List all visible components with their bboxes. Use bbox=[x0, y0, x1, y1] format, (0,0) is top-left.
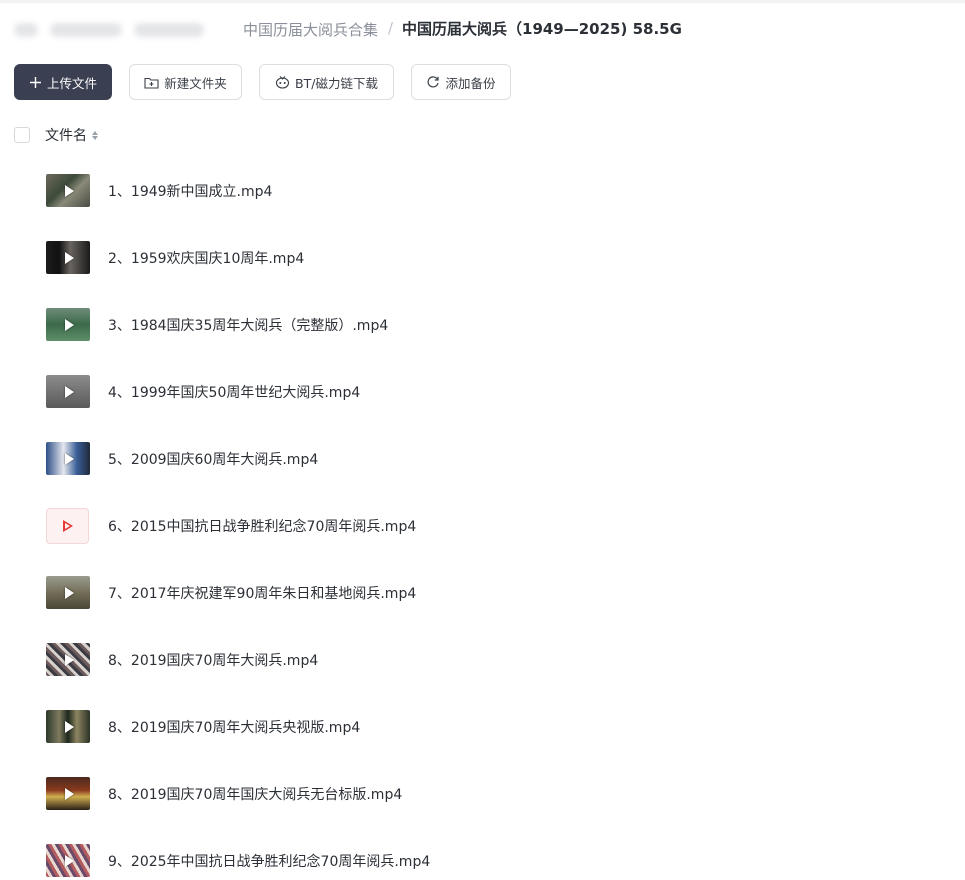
file-name[interactable]: 5、2009国庆60周年大阅兵.mp4 bbox=[108, 449, 318, 469]
sort-icon[interactable] bbox=[92, 130, 98, 140]
file-row[interactable]: 2、1959欢庆国庆10周年.mp4 bbox=[0, 224, 965, 291]
play-icon bbox=[64, 251, 74, 264]
file-row[interactable]: 6、2015中国抗日战争胜利纪念70周年阅兵.mp4 bbox=[0, 492, 965, 559]
file-row[interactable]: 8、2019国庆70周年大阅兵央视版.mp4 bbox=[0, 693, 965, 760]
video-thumbnail bbox=[46, 442, 90, 475]
magnet-icon bbox=[275, 75, 290, 89]
video-thumbnail bbox=[46, 844, 90, 877]
new-folder-button[interactable]: 新建文件夹 bbox=[129, 64, 242, 100]
video-thumbnail bbox=[46, 576, 90, 609]
file-row[interactable]: 8、2019国庆70周年国庆大阅兵无台标版.mp4 bbox=[0, 760, 965, 827]
add-backup-button[interactable]: 添加备份 bbox=[411, 64, 511, 100]
play-icon bbox=[64, 452, 74, 465]
file-row[interactable]: 9、2025年中国抗日战争胜利纪念70周年阅兵.mp4 bbox=[0, 827, 965, 880]
file-name[interactable]: 8、2019国庆70周年大阅兵央视版.mp4 bbox=[108, 717, 360, 737]
add-backup-label: 添加备份 bbox=[445, 75, 496, 91]
play-icon bbox=[64, 854, 74, 867]
file-row[interactable]: 1、1949新中国成立.mp4 bbox=[0, 157, 965, 224]
file-list-header: 文件名 bbox=[14, 124, 98, 146]
file-row[interactable]: 4、1999年国庆50周年世纪大阅兵.mp4 bbox=[0, 358, 965, 425]
video-file-icon bbox=[46, 507, 89, 544]
video-thumbnail bbox=[46, 777, 90, 810]
breadcrumb-current-folder: 中国历届大阅兵（1949—2025) 58.5G bbox=[402, 20, 682, 38]
upload-file-label: 上传文件 bbox=[46, 75, 97, 91]
file-name[interactable]: 6、2015中国抗日战争胜利纪念70周年阅兵.mp4 bbox=[108, 516, 416, 536]
bt-magnet-download-label: BT/磁力链下载 bbox=[295, 75, 378, 91]
play-icon bbox=[64, 318, 74, 331]
video-thumbnail bbox=[46, 308, 90, 341]
top-divider bbox=[0, 0, 965, 3]
play-icon bbox=[64, 586, 74, 599]
new-folder-label: 新建文件夹 bbox=[164, 75, 227, 91]
video-thumbnail bbox=[46, 241, 90, 274]
folder-plus-icon bbox=[144, 76, 159, 89]
file-name[interactable]: 8、2019国庆70周年国庆大阅兵无台标版.mp4 bbox=[108, 784, 402, 804]
file-name[interactable]: 7、2017年庆祝建军90周年朱日和基地阅兵.mp4 bbox=[108, 583, 416, 603]
breadcrumb-parent-link[interactable]: 中国历届大阅兵合集 bbox=[243, 19, 378, 40]
breadcrumb: 中国历届大阅兵合集 / 中国历届大阅兵（1949—2025) 58.5G bbox=[0, 14, 965, 44]
breadcrumb-separator: / bbox=[388, 19, 394, 37]
play-icon bbox=[64, 720, 74, 733]
file-name[interactable]: 1、1949新中国成立.mp4 bbox=[108, 181, 272, 201]
video-thumbnail bbox=[46, 375, 90, 408]
filename-column-header[interactable]: 文件名 bbox=[45, 125, 87, 145]
file-row[interactable]: 7、2017年庆祝建军90周年朱日和基地阅兵.mp4 bbox=[0, 559, 965, 626]
video-thumbnail bbox=[46, 710, 90, 743]
file-row[interactable]: 5、2009国庆60周年大阅兵.mp4 bbox=[0, 425, 965, 492]
plus-icon bbox=[29, 76, 42, 89]
file-name[interactable]: 2、1959欢庆国庆10周年.mp4 bbox=[108, 248, 304, 268]
play-icon bbox=[64, 787, 74, 800]
play-icon bbox=[64, 385, 74, 398]
file-name[interactable]: 4、1999年国庆50周年世纪大阅兵.mp4 bbox=[108, 382, 360, 402]
bt-magnet-download-button[interactable]: BT/磁力链下载 bbox=[259, 64, 394, 100]
file-row[interactable]: 8、2019国庆70周年大阅兵.mp4 bbox=[0, 626, 965, 693]
file-name[interactable]: 8、2019国庆70周年大阅兵.mp4 bbox=[108, 650, 318, 670]
file-row[interactable]: 3、1984国庆35周年大阅兵（完整版）.mp4 bbox=[0, 291, 965, 358]
toolbar: 上传文件 新建文件夹 BT/磁力链下载 添加备份 bbox=[14, 64, 511, 100]
play-icon bbox=[64, 184, 74, 197]
file-name[interactable]: 3、1984国庆35周年大阅兵（完整版）.mp4 bbox=[108, 315, 388, 335]
file-name[interactable]: 9、2025年中国抗日战争胜利纪念70周年阅兵.mp4 bbox=[108, 851, 430, 871]
play-icon bbox=[62, 519, 73, 532]
video-thumbnail bbox=[46, 174, 90, 207]
upload-file-button[interactable]: 上传文件 bbox=[14, 64, 112, 100]
breadcrumb-redacted-segment bbox=[8, 18, 240, 42]
play-icon bbox=[64, 653, 74, 666]
video-thumbnail bbox=[46, 643, 90, 676]
select-all-checkbox[interactable] bbox=[14, 127, 30, 143]
refresh-icon bbox=[426, 75, 440, 89]
